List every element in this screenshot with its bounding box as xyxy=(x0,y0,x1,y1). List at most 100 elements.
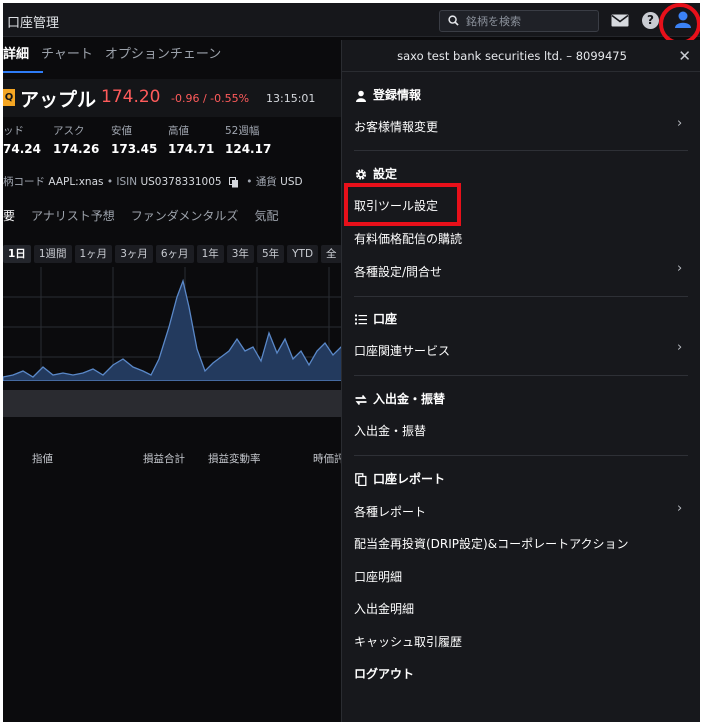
section-label: 口座 xyxy=(373,312,398,326)
column-header[interactable]: 指値 xyxy=(32,451,53,466)
range-1d[interactable]: 1日 xyxy=(3,245,31,263)
stat-value: 174.26 xyxy=(53,142,100,156)
divider xyxy=(354,296,688,297)
stat-52w: 52週幅 124.17 xyxy=(225,123,271,156)
stat-label: 高値 xyxy=(168,125,189,137)
quote-time: 13:15:01 xyxy=(266,92,316,105)
isin-label: ISIN xyxy=(116,176,138,188)
range-all[interactable]: 全 xyxy=(321,245,342,263)
stat-low: 安値 173.45 xyxy=(111,123,157,156)
app-title: 口座管理 xyxy=(7,16,60,31)
currency-label: 通貨 xyxy=(255,176,277,188)
stat-label: 52週幅 xyxy=(225,125,260,137)
section-label: 登録情報 xyxy=(373,88,422,102)
section-label: 入出金・振替 xyxy=(373,392,446,406)
instrument-logo: Q xyxy=(3,89,15,106)
stat-label: 安値 xyxy=(111,125,132,137)
subtab-quotes[interactable]: 気配 xyxy=(254,207,278,224)
price-change: -0.96 / -0.55% xyxy=(171,92,250,105)
stat-label: ッド xyxy=(3,125,24,137)
range-1w[interactable]: 1週間 xyxy=(33,245,72,263)
last-price: 174.20 xyxy=(101,87,161,107)
chevron-right-icon: › xyxy=(677,340,683,355)
sub-tabs: 要アナリスト予想 ファンダメンタルズ 気配 xyxy=(3,207,294,224)
search-icon xyxy=(448,15,459,26)
copy-icon[interactable] xyxy=(228,176,239,188)
quote-stats: ッド 74.24 アスク 174.26 安値 173.45 高値 174.71 52週幅… xyxy=(3,123,348,163)
account-menu: saxo test bank securities ltd. – 8099475… xyxy=(341,40,700,722)
chevron-right-icon: › xyxy=(677,501,683,516)
search-input[interactable] xyxy=(466,13,591,29)
chevron-right-icon: › xyxy=(677,116,683,131)
menu-item-price-feed-subscription[interactable]: 有料価格配信の購読 xyxy=(354,230,462,247)
range-3y[interactable]: 3年 xyxy=(226,245,254,263)
range-ytd[interactable]: YTD xyxy=(287,245,319,263)
range-1y[interactable]: 1年 xyxy=(196,245,224,263)
currency-value: USD xyxy=(280,176,303,188)
subtab-summary[interactable]: 要 xyxy=(3,207,15,224)
section-title-account-reports: 口座レポート xyxy=(354,470,445,487)
menu-item-drip-corporate-actions[interactable]: 配当金再投資(DRIP設定)&コーポレートアクション xyxy=(354,535,628,552)
stat-value: 74.24 xyxy=(3,142,41,156)
stat-value: 173.45 xyxy=(111,142,158,156)
separator: • xyxy=(246,176,256,188)
code-value: AAPL:xnas xyxy=(48,176,104,188)
menu-item-customer-info[interactable]: お客様情報変更 xyxy=(354,118,438,135)
menu-item-settings-inquiries[interactable]: 各種設定/問合せ xyxy=(354,263,442,280)
section-title-deposit-transfer: 入出金・振替 xyxy=(354,390,445,407)
range-6m[interactable]: 6ヶ月 xyxy=(155,245,194,263)
logout-button[interactable]: ログアウト xyxy=(354,665,414,682)
mail-icon[interactable] xyxy=(611,14,629,27)
instrument-name: アップル xyxy=(20,89,97,111)
subtab-fundamentals[interactable]: ファンダメンタルズ xyxy=(131,207,239,224)
divider xyxy=(354,150,688,151)
column-header[interactable]: 時価評 xyxy=(313,451,345,466)
tab-chart[interactable]: チャート xyxy=(41,43,93,62)
subtab-analyst[interactable]: アナリスト予想 xyxy=(31,207,115,224)
divider xyxy=(354,455,688,456)
isin-value: US0378331005 xyxy=(140,176,222,188)
gear-icon xyxy=(355,169,367,180)
menu-item-cash-statement[interactable]: 入出金明細 xyxy=(354,600,414,617)
column-header[interactable]: 損益合計 xyxy=(143,451,185,466)
section-title-registration: 登録情報 xyxy=(354,86,421,103)
section-title-account: 口座 xyxy=(354,310,397,327)
help-icon[interactable]: ? xyxy=(642,12,659,29)
report-icon xyxy=(355,473,367,486)
search-box[interactable] xyxy=(439,10,599,32)
menu-item-deposit-transfer[interactable]: 入出金・振替 xyxy=(354,422,426,439)
section-divider-band xyxy=(3,390,348,417)
price-chart[interactable] xyxy=(3,267,348,381)
chevron-right-icon: › xyxy=(677,261,683,276)
annotation-highlight xyxy=(344,183,461,226)
annotation-circle xyxy=(659,3,700,45)
person-icon xyxy=(356,90,366,102)
menu-item-reports[interactable]: 各種レポート xyxy=(354,503,426,520)
account-name: saxo test bank securities ltd. – 8099475 xyxy=(397,49,627,63)
stat-value: 124.17 xyxy=(225,142,272,156)
column-header[interactable]: 損益変動率 xyxy=(208,451,261,466)
price-area xyxy=(3,278,348,381)
menu-item-cash-history[interactable]: キャッシュ取引履歴 xyxy=(354,633,462,650)
tab-details[interactable]: 詳細 xyxy=(3,43,29,62)
range-1m[interactable]: 1ヶ月 xyxy=(74,245,113,263)
menu-item-account-statement[interactable]: 口座明細 xyxy=(354,568,402,585)
range-selector: 1日 1週間 1ヶ月 3ヶ月 6ヶ月 1年 3年 5年 YTD 全 xyxy=(3,245,345,263)
stat-label: アスク xyxy=(53,125,85,137)
main-tabs: 詳細 チャート オプションチェーン xyxy=(3,43,233,71)
menu-item-account-services[interactable]: 口座関連サービス xyxy=(354,342,450,359)
transfer-icon xyxy=(355,394,367,405)
stat-ask: アスク 174.26 xyxy=(53,123,99,156)
instrument-codes: 柄コード AAPL:xnas • ISIN US0378331005 • 通貨 … xyxy=(3,174,303,189)
range-3m[interactable]: 3ヶ月 xyxy=(115,245,153,263)
active-tab-indicator xyxy=(3,71,43,73)
range-5y[interactable]: 5年 xyxy=(256,245,285,263)
tab-option-chain[interactable]: オプションチェーン xyxy=(105,43,221,62)
stat-value: 174.71 xyxy=(168,142,215,156)
divider xyxy=(354,375,688,376)
section-label: 口座レポート xyxy=(373,472,446,486)
close-icon[interactable]: ✕ xyxy=(678,47,691,65)
section-label: 設定 xyxy=(373,167,398,181)
menu-header: saxo test bank securities ltd. – 8099475… xyxy=(342,40,700,72)
code-label: 柄コード xyxy=(3,176,45,188)
